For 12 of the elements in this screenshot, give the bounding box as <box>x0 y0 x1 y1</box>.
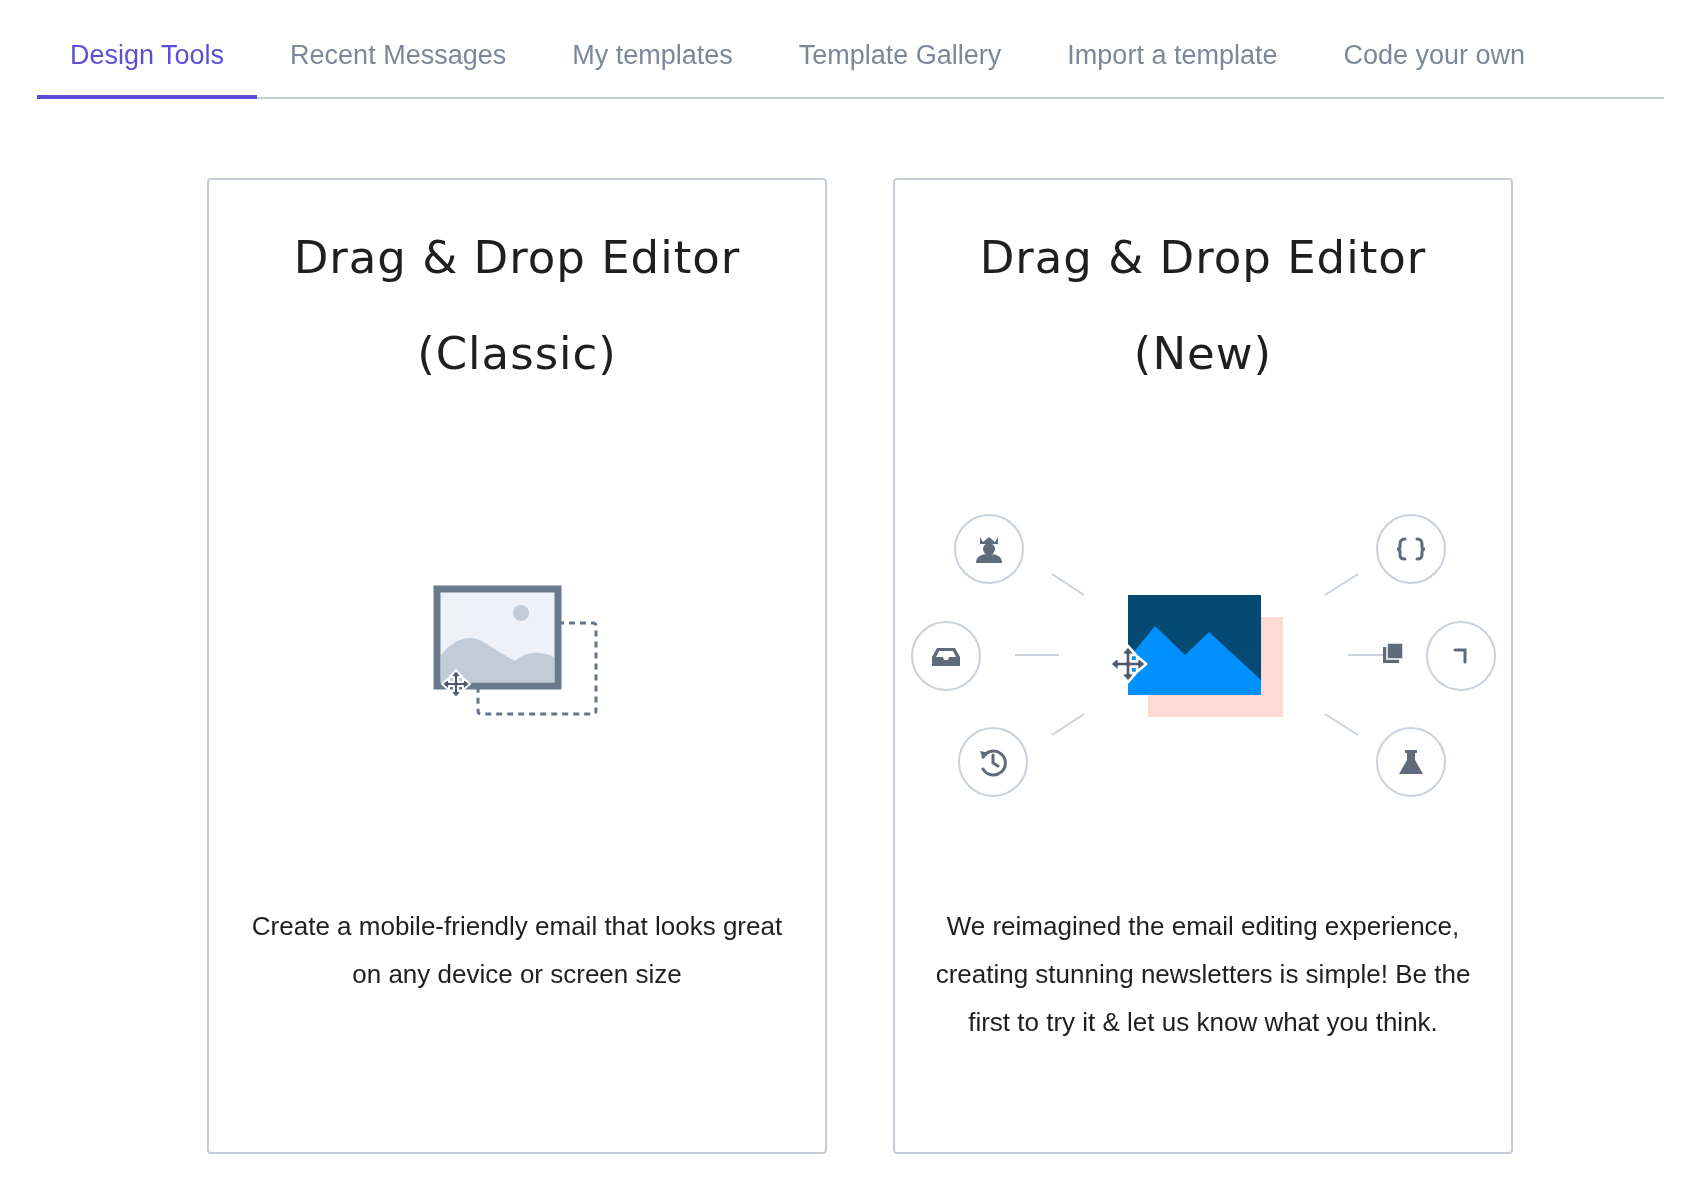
card-description: Create a mobile-friendly email that looks great on any device or screen size <box>250 910 784 991</box>
tab[interactable]: Recent Messages <box>257 22 540 99</box>
tab[interactable]: Template Gallery <box>765 22 1035 99</box>
tab[interactable]: Import a template <box>1034 22 1311 99</box>
tab[interactable]: Design Tools <box>37 22 258 99</box>
tab[interactable]: Code your own <box>1310 22 1559 99</box>
tab[interactable]: My templates <box>539 22 766 99</box>
card-description: We reimagined the email editing experience, creating stunning newsletters is simple! Be the first to try it & let us know what you think. <box>934 910 1472 1039</box>
card-title: Drag & Drop Editor (Classic) <box>292 230 742 382</box>
editor-card[interactable]: Drag & Drop Editor (Classic) Create a mobile-friendly email that looks great on any device or screen size <box>207 178 827 1154</box>
card-title: Drag & Drop Editor (New) <box>978 230 1428 382</box>
editor-card[interactable]: Drag & Drop Editor (New) We reimagined the email editing experience, creating stunning newsletters is simple! Be the first to try it & let us know what you think. <box>893 178 1513 1154</box>
